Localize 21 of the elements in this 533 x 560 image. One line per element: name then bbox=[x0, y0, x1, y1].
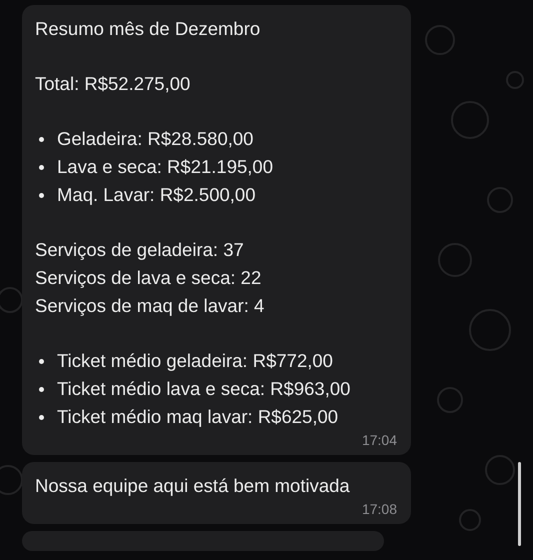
bullet-text: Ticket médio geladeira: R$772,00 bbox=[57, 349, 333, 373]
message-time: 17:04 bbox=[362, 431, 397, 449]
bullet-icon bbox=[39, 136, 44, 142]
message-text: Serviços de maq de lavar: 4 bbox=[35, 294, 266, 318]
bullet-text: Lava e seca: R$21.195,00 bbox=[57, 155, 273, 179]
scrollbar[interactable] bbox=[518, 462, 521, 546]
message-text: Resumo mês de Dezembro bbox=[35, 17, 262, 41]
message-text: Serviços de lava e seca: 22 bbox=[35, 266, 262, 290]
bullet-icon bbox=[39, 192, 44, 198]
message-text: Nossa equipe aqui está bem motivada bbox=[35, 474, 351, 498]
bullet-icon bbox=[39, 386, 44, 392]
bullet-text: Ticket médio lava e seca: R$963,00 bbox=[57, 377, 350, 401]
bullet-icon bbox=[39, 358, 44, 364]
bullet-icon bbox=[39, 164, 44, 170]
message-text: Serviços de geladeira: 37 bbox=[35, 238, 245, 262]
bullet-text: Maq. Lavar: R$2.500,00 bbox=[57, 183, 256, 207]
bullet-text: Geladeira: R$28.580,00 bbox=[57, 127, 254, 151]
bullet-icon bbox=[39, 414, 44, 420]
message-time: 17:08 bbox=[362, 500, 397, 518]
bullet-text: Ticket médio maq lavar: R$625,00 bbox=[57, 405, 338, 429]
message-text: Total: R$52.275,00 bbox=[35, 72, 192, 96]
